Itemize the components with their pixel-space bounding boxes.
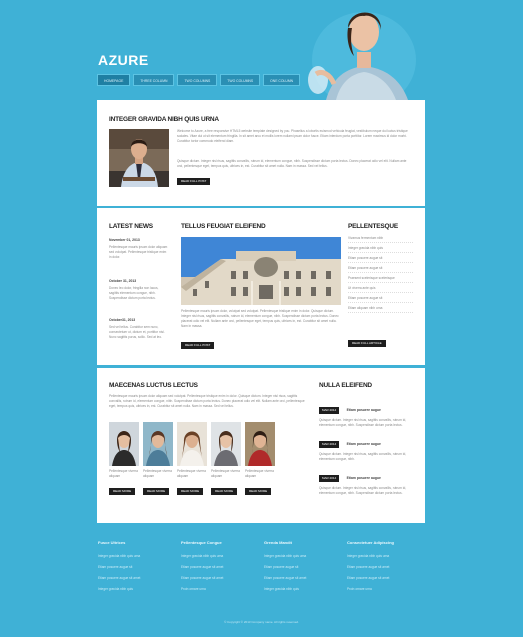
intro-paragraph-1: Welcome to Azure, a free responsive HTML… bbox=[177, 129, 408, 143]
list-item[interactable]: Etiam posuere augue sit bbox=[348, 293, 413, 303]
pellentesque-title: PELLENTESQUE bbox=[348, 223, 398, 230]
footer-link[interactable]: Etiam posuere augue sit bbox=[264, 562, 342, 573]
main-nav: HOMEPAGE THREE COLUMN TWO COLUMNS TWO CO… bbox=[97, 74, 301, 86]
team-photo-3 bbox=[177, 422, 207, 466]
nulla-item-heading[interactable]: Etiam posuere augue bbox=[347, 442, 381, 446]
nulla-item: MAR 2014 Etiam posuere augue Quisque dic… bbox=[319, 432, 415, 462]
footer-link[interactable]: Etiam posuere augue sit amet bbox=[181, 573, 259, 584]
nav-item-two-columns-alt[interactable]: TWO COLUMNS bbox=[220, 74, 261, 86]
footer-link[interactable]: Integer gravida nibh quis bbox=[264, 584, 342, 595]
team-paragraph: Pellentesque mauris ipsum dolor aliquam … bbox=[109, 394, 305, 408]
footer-link[interactable]: Proin ornare urna bbox=[181, 584, 259, 595]
footer-column: Consectetuer Adipiscing Integer gravida … bbox=[347, 540, 425, 595]
footer-column-title: Grenda Mandit bbox=[264, 540, 293, 545]
nulla-item-text: Quisque dictum. Integer nisl risus, sagi… bbox=[319, 418, 407, 427]
nulla-item-heading[interactable]: Etiam posuere augue bbox=[347, 408, 381, 412]
list-item[interactable]: Ut viverra ante quis bbox=[348, 283, 413, 293]
team-photo-2 bbox=[143, 422, 173, 466]
footer-link[interactable]: Integer gravida nibh quis urna bbox=[264, 551, 342, 562]
nav-item-home[interactable]: HOMEPAGE bbox=[97, 74, 131, 86]
news-list: November 01, 2013 Pellentesque mauris ip… bbox=[109, 238, 169, 340]
intro-paragraph-2: Quisque dictum. Integer nisl risus, sagi… bbox=[177, 159, 407, 168]
date-tag: MAR 2014 bbox=[319, 407, 340, 414]
read-more-button[interactable]: READ MORE bbox=[143, 488, 170, 495]
news-text[interactable]: Pellentesque mauris ipsum dolor aliquam … bbox=[109, 245, 169, 260]
footer-link[interactable]: Etiam posuere augue sit amet bbox=[264, 573, 342, 584]
news-item: October31, 2013 Sed vel tellus. Curabitu… bbox=[109, 318, 169, 340]
footer-link[interactable]: Integer gravida nibh quis urna bbox=[181, 551, 259, 562]
team-title: MAECENAS LUCTUS LECTUS bbox=[109, 382, 198, 389]
footer-link[interactable]: Etiam posuere augue sit amet bbox=[98, 573, 176, 584]
read-more-button[interactable]: READ MORE bbox=[245, 488, 272, 495]
copyright-text: © Copyright © 2013 Company name. All rig… bbox=[224, 620, 299, 624]
footer-link[interactable]: Etiam posuere augue sit amet bbox=[347, 573, 425, 584]
list-item[interactable]: Etiam posuere augue sit bbox=[348, 263, 413, 273]
team-caption: Pellentesque viverra aliquam bbox=[143, 469, 172, 478]
nulla-title: NULLA ELEIFEND bbox=[319, 382, 372, 389]
footer-link[interactable]: Etiam posuere augue sit bbox=[98, 562, 176, 573]
footer-link[interactable]: Integer gravida nibh quis urna bbox=[98, 551, 176, 562]
list-item[interactable]: Etiam posuere augue sit bbox=[348, 253, 413, 263]
footer-column-title: Fusce Ultrices bbox=[98, 540, 126, 545]
feature-title: TELLUS FEUGIAT ELEIFEND bbox=[181, 223, 266, 230]
read-more-button[interactable]: READ MORE bbox=[109, 488, 136, 495]
intro-panel: INTEGER GRAVIDA NIBH QUIS URNA Welcome t… bbox=[97, 100, 425, 206]
nav-item-three-column[interactable]: THREE COLUMN bbox=[133, 74, 175, 86]
news-item: October 31, 2013 Donec leo dolor, fringi… bbox=[109, 279, 169, 318]
team-caption: Pellentesque viverra aliquam bbox=[211, 469, 240, 478]
read-full-article-button[interactable]: READ FULL ARTICLE bbox=[348, 340, 386, 347]
team-caption: Pellentesque viverra aliquam bbox=[109, 469, 138, 478]
pellentesque-list: Vivamus fermentum nibh Integer gravida n… bbox=[348, 233, 413, 313]
nulla-item-heading[interactable]: Etiam posuere augue bbox=[347, 476, 381, 480]
team-photo-1 bbox=[109, 422, 139, 466]
list-item[interactable]: Praesent scelerisque scelerisque bbox=[348, 273, 413, 283]
news-date: October 31, 2013 bbox=[109, 279, 137, 283]
site-header: AZURE HOMEPAGE THREE COLUMN TWO COLUMNS … bbox=[0, 0, 523, 100]
read-more-button[interactable]: READ MORE bbox=[211, 488, 238, 495]
footer-link[interactable]: Integer gravida nibh quis urna bbox=[347, 551, 425, 562]
footer-column: Grenda Mandit Integer gravida nibh quis … bbox=[264, 540, 342, 595]
feature-read-full-post-button[interactable]: READ FULL POST bbox=[181, 342, 215, 349]
footer-column: Pellentesque Congue Integer gravida nibh… bbox=[181, 540, 259, 595]
footer-column: Fusce Ultrices Integer gravida nibh quis… bbox=[98, 540, 176, 595]
site-logo[interactable]: AZURE bbox=[98, 52, 149, 68]
nulla-item-text: Quisque dictum. Integer nisl risus, sagi… bbox=[319, 486, 407, 495]
team-photo-5 bbox=[245, 422, 275, 466]
footer-link[interactable]: Etiam posuere augue sit amet bbox=[347, 562, 425, 573]
middle-panel: LATEST NEWS November 01, 2013 Pellentesq… bbox=[97, 208, 425, 365]
nulla-item-text: Quisque dictum. Integer nisl risus, sagi… bbox=[319, 452, 407, 461]
team-photo-4 bbox=[211, 422, 241, 466]
businessman-photo bbox=[109, 129, 169, 187]
footer-link[interactable]: Proin ornare urna bbox=[347, 584, 425, 595]
news-text[interactable]: Sed vel tellus. Curabitur sem nunc, cons… bbox=[109, 325, 169, 340]
date-tag: MAR 2014 bbox=[319, 441, 340, 448]
read-full-post-button[interactable]: READ FULL POST bbox=[177, 178, 211, 185]
footer-link[interactable]: Etiam posuere augue sit amet bbox=[181, 562, 259, 573]
news-item: November 01, 2013 Pellentesque mauris ip… bbox=[109, 238, 169, 279]
latest-news-title: LATEST NEWS bbox=[109, 223, 153, 230]
date-tag: MAR 2014 bbox=[319, 475, 340, 482]
building-photo bbox=[181, 237, 341, 305]
list-item[interactable]: Vivamus fermentum nibh bbox=[348, 233, 413, 243]
intro-title: INTEGER GRAVIDA NIBH QUIS URNA bbox=[109, 116, 219, 123]
bottom-panel: MAECENAS LUCTUS LECTUS Pellentesque maur… bbox=[97, 368, 425, 523]
feature-paragraph: Pellentesque mauris ipsum dolor, volutpa… bbox=[181, 309, 339, 328]
footer-column-title: Pellentesque Congue bbox=[181, 540, 222, 545]
hero-woman-image bbox=[308, 12, 416, 100]
news-date: October31, 2013 bbox=[109, 318, 136, 322]
list-item[interactable]: Etiam aliquam nibh urna bbox=[348, 303, 413, 313]
nav-item-one-column[interactable]: ONE COLUMN bbox=[263, 74, 301, 86]
nav-item-two-columns[interactable]: TWO COLUMNS bbox=[177, 74, 218, 86]
nulla-item: MAR 2014 Etiam posuere augue Quisque dic… bbox=[319, 466, 415, 496]
list-item[interactable]: Integer gravida nibh quis bbox=[348, 243, 413, 253]
footer-column-title: Consectetuer Adipiscing bbox=[347, 540, 394, 545]
team-caption: Pellentesque viverra aliquam bbox=[245, 469, 274, 478]
nulla-item: MAR 2014 Etiam posuere augue Quisque dic… bbox=[319, 398, 415, 428]
team-caption: Pellentesque viverra aliquam bbox=[177, 469, 206, 478]
read-more-button[interactable]: READ MORE bbox=[177, 488, 204, 495]
news-text[interactable]: Donec leo dolor, fringilla non lacus, sa… bbox=[109, 286, 169, 301]
news-date: November 01, 2013 bbox=[109, 238, 140, 242]
footer-link[interactable]: Integer gravida nibh quis bbox=[98, 584, 176, 595]
